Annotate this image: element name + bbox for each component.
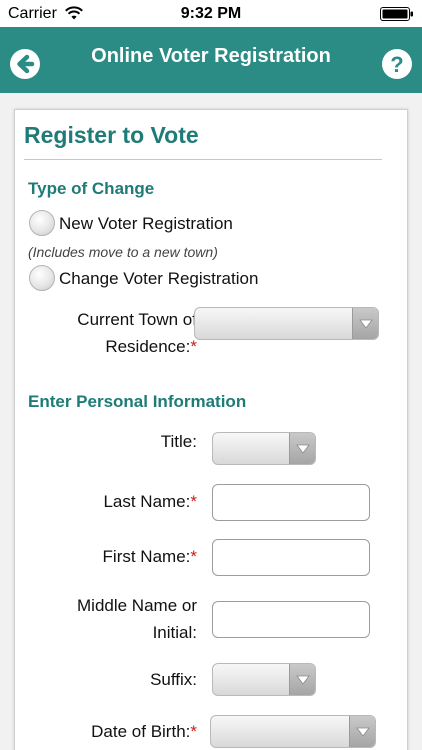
title-divider <box>24 159 382 160</box>
chevron-down-icon <box>349 716 375 747</box>
chevron-down-icon <box>352 308 378 339</box>
svg-text:?: ? <box>390 52 403 77</box>
current-town-label-2: Residence:* <box>105 333 197 360</box>
required-marker: * <box>190 722 197 741</box>
current-town-label-line1: Current Town of <box>77 310 197 329</box>
suffix-label-text: Suffix: <box>150 670 197 689</box>
title-select[interactable] <box>212 432 316 465</box>
suffix-label: Suffix: <box>150 666 197 693</box>
first-name-input[interactable] <box>212 539 370 576</box>
middle-name-label: Middle Name or <box>77 592 197 619</box>
current-town-select[interactable] <box>194 307 379 340</box>
form-title: Register to Vote <box>24 122 199 148</box>
change-voter-registration-label[interactable]: Change Voter Registration <box>59 269 258 289</box>
personal-info-heading: Enter Personal Information <box>28 392 247 411</box>
suffix-select[interactable] <box>212 663 316 696</box>
title-field-label: Title: <box>161 428 197 455</box>
battery-icon <box>380 7 414 21</box>
chevron-down-icon <box>289 433 315 464</box>
title-field-label-text: Title: <box>160 432 197 451</box>
new-voter-registration-radio[interactable] <box>29 210 55 236</box>
required-marker: * <box>190 337 197 356</box>
first-name-label-text: First Name: <box>102 547 191 566</box>
current-town-label-line2: Residence: <box>105 337 191 356</box>
last-name-label-text: Last Name: <box>103 492 191 511</box>
date-of-birth-label: Date of Birth:* <box>91 718 197 745</box>
first-name-label: First Name:* <box>103 543 197 570</box>
status-time: 9:32 PM <box>180 5 242 22</box>
change-voter-registration-radio[interactable] <box>29 265 55 291</box>
status-bar: Carrier 9:32 PM <box>0 0 422 27</box>
page-title: Online Voter Registration <box>91 45 331 67</box>
last-name-label: Last Name:* <box>103 488 197 515</box>
date-of-birth-label-text: Date of Birth: <box>91 722 191 741</box>
nav-bar: Online Voter Registration ? <box>0 27 422 93</box>
current-town-label: Current Town of <box>77 306 197 333</box>
required-marker: * <box>190 547 197 566</box>
type-of-change-heading: Type of Change <box>28 179 155 198</box>
middle-name-label-line2: Initial: <box>152 623 197 642</box>
help-button[interactable]: ? <box>382 49 412 79</box>
registration-form-card: Register to Vote Type of Change New Vote… <box>14 109 408 750</box>
new-voter-registration-label[interactable]: New Voter Registration <box>59 214 233 234</box>
middle-name-input[interactable] <box>212 601 370 638</box>
chevron-down-icon <box>289 664 315 695</box>
required-marker: * <box>190 492 197 511</box>
new-registration-hint: (Includes move to a new town) <box>28 244 218 260</box>
date-of-birth-select[interactable] <box>210 715 376 748</box>
help-icon: ? <box>390 52 403 77</box>
last-name-input[interactable] <box>212 484 370 521</box>
middle-name-label-2: Initial: <box>153 619 197 646</box>
middle-name-label-line1: Middle Name or <box>77 596 197 615</box>
content-area: Register to Vote Type of Change New Vote… <box>0 93 422 750</box>
